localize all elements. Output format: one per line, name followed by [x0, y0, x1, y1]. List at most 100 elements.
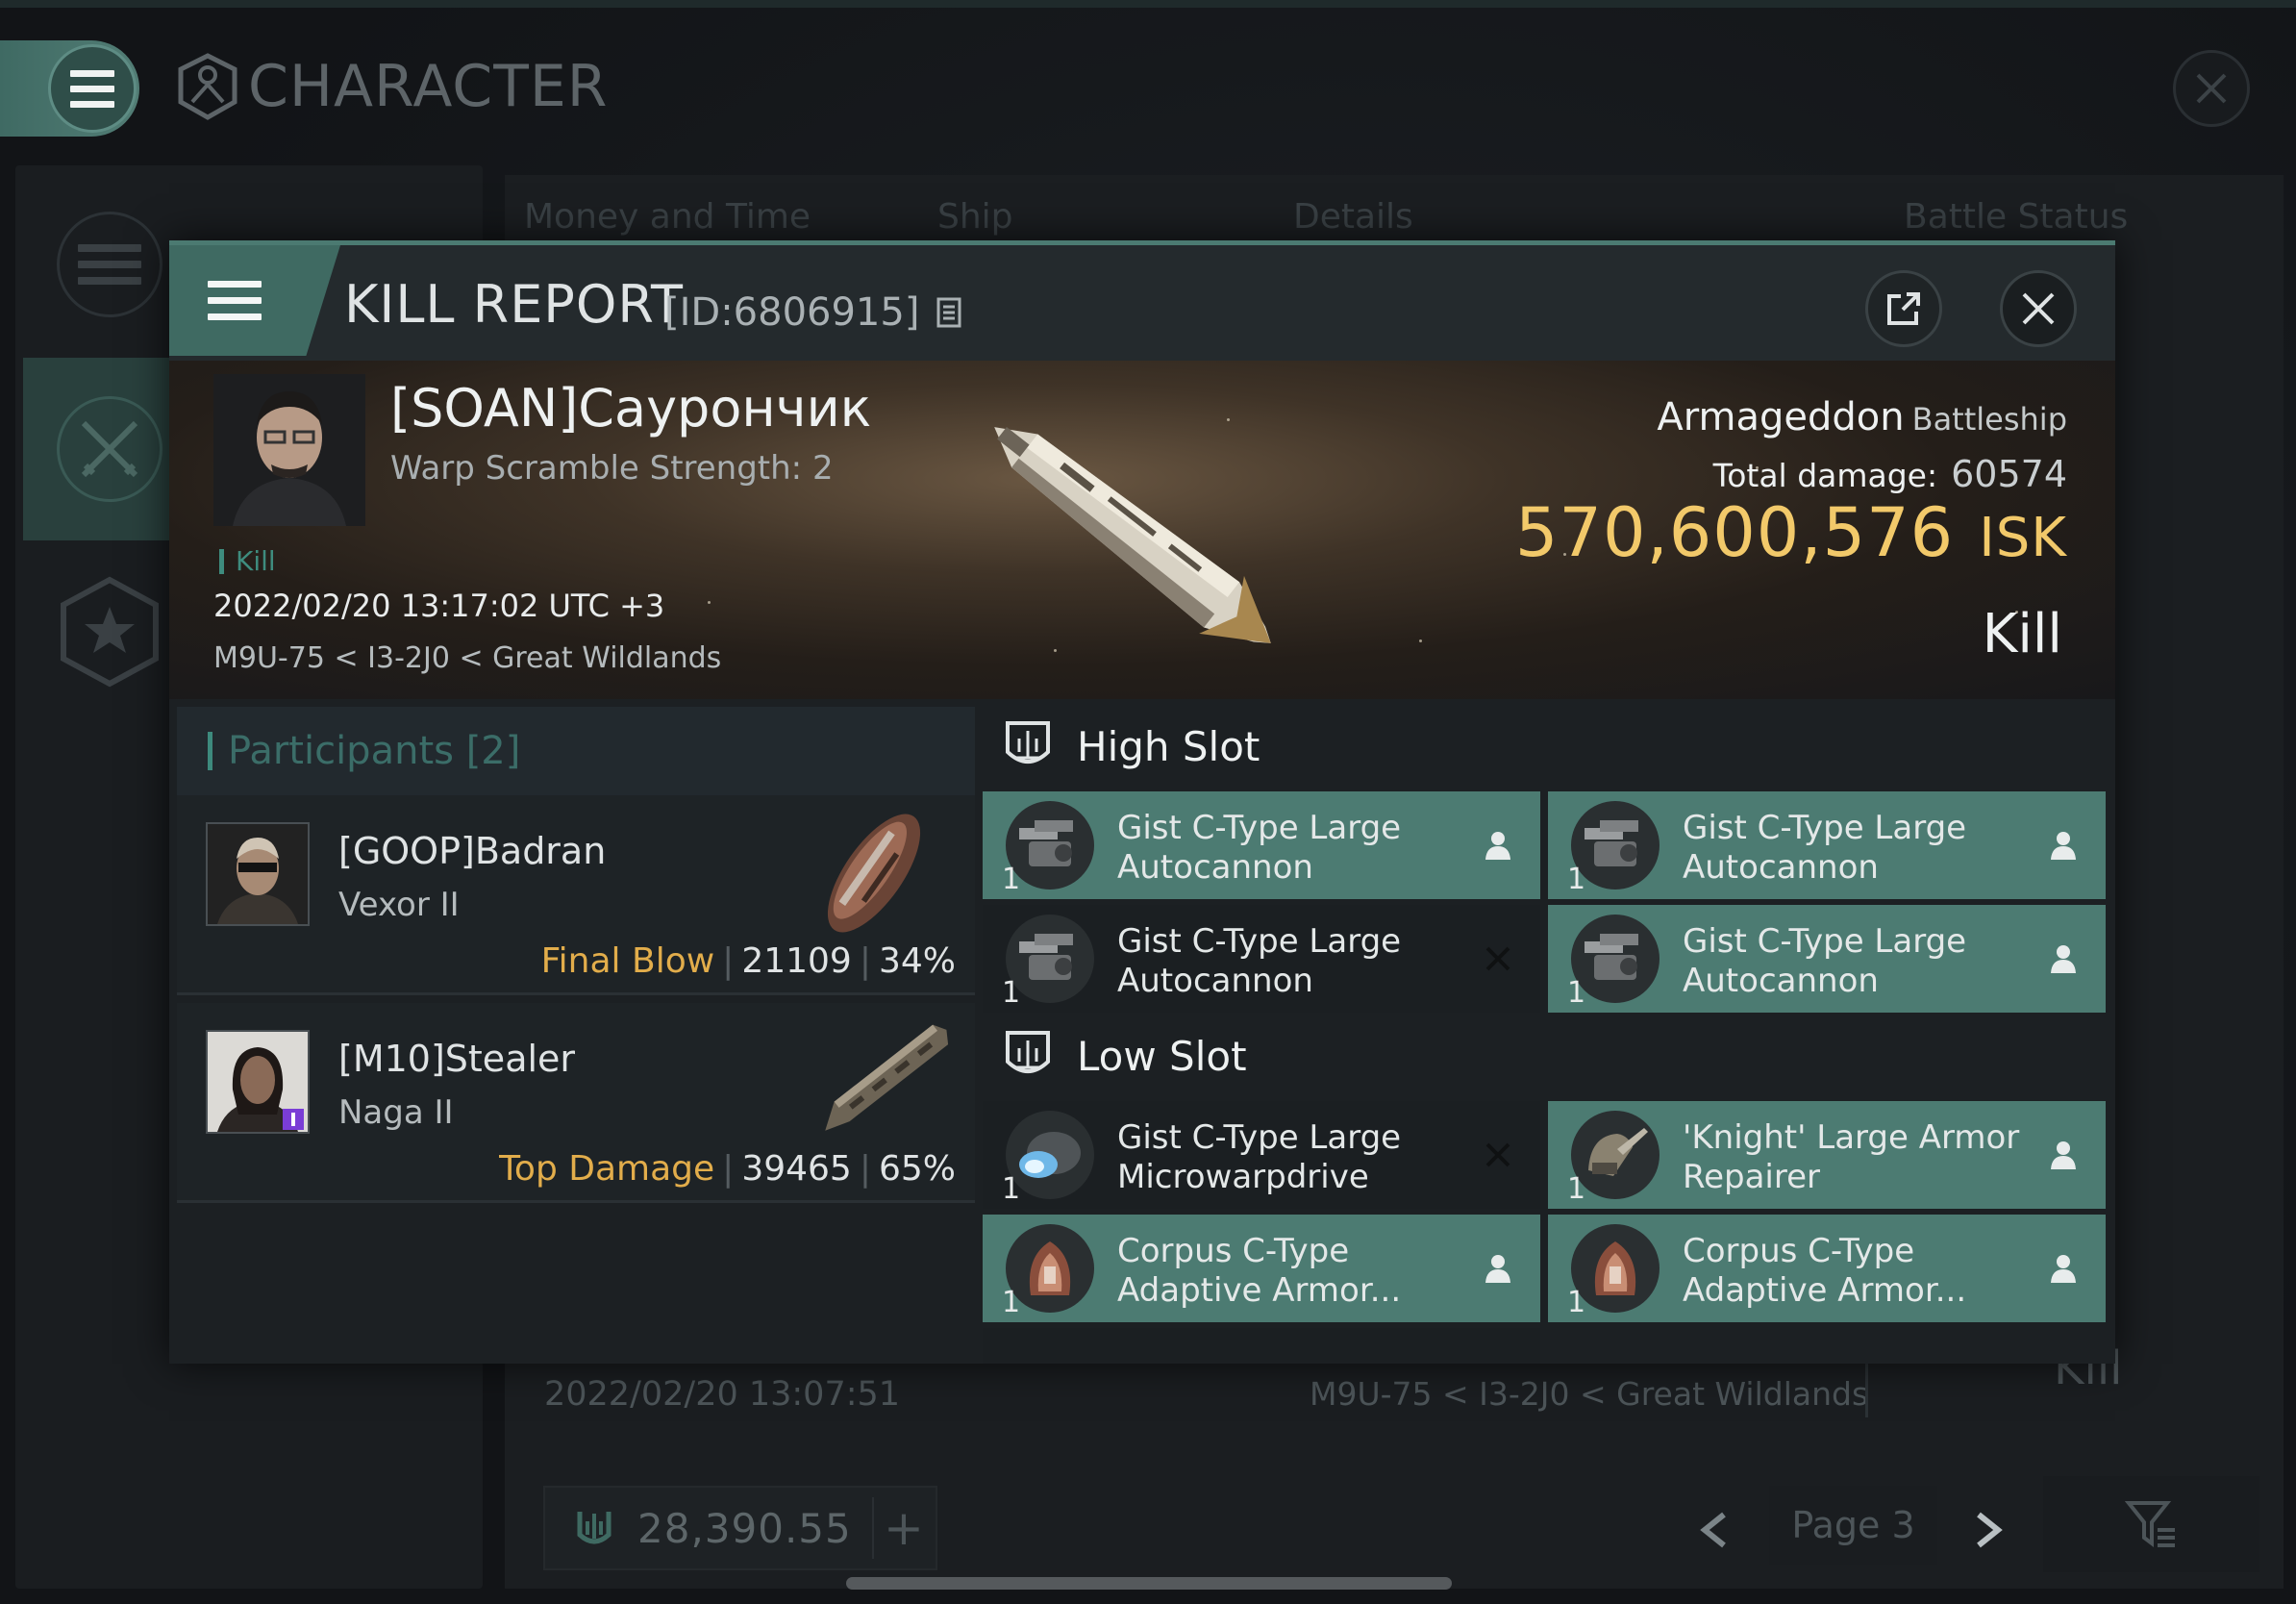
- kill-report-menu-button[interactable]: [169, 245, 340, 356]
- participant-portrait[interactable]: [206, 1030, 310, 1134]
- module-item[interactable]: 1 Gist C-Type Large Microwarpdrive: [983, 1101, 1540, 1209]
- close-icon: [2022, 292, 2055, 325]
- row-divider: [1865, 1358, 1868, 1417]
- prev-page-button[interactable]: [1697, 1505, 1732, 1561]
- row-date: 2022/02/20 13:07:51: [544, 1375, 901, 1414]
- add-isk-button[interactable]: +: [872, 1497, 934, 1559]
- character-close-button[interactable]: [2173, 50, 2250, 127]
- filter-icon: [2124, 1501, 2175, 1547]
- participant-ship-image[interactable]: [792, 801, 956, 945]
- participant-role: Final Blow: [540, 941, 715, 981]
- module-quantity: 1: [1567, 976, 1586, 1010]
- high-slot-header: High Slot: [975, 703, 2115, 789]
- horizontal-scrollbar[interactable]: [846, 1577, 1452, 1590]
- header-battle-status: Battle Status: [1904, 197, 2129, 237]
- ship-class: Battleship: [1911, 401, 2067, 438]
- module-item[interactable]: 1 Gist C-Type Large Autocannon: [983, 905, 1540, 1013]
- module-quantity: 1: [1002, 976, 1021, 1010]
- kill-report-title: KILL REPORT: [344, 274, 684, 335]
- hamburger-icon: [208, 281, 262, 320]
- kill-tag: Kill: [219, 548, 276, 575]
- person-icon: [2042, 1247, 2084, 1290]
- slot-shield-icon: [1006, 721, 1050, 764]
- participant-portrait[interactable]: [206, 822, 310, 926]
- module-name: Gist C-Type Large Autocannon: [1117, 809, 1402, 887]
- module-item[interactable]: 1 Corpus C-Type Adaptive Armor...: [983, 1215, 1540, 1322]
- victim-banner: [SOAN]Сауpончик Warp Scramble Strength: …: [169, 361, 2115, 699]
- kill-list-headers: Money and Time Ship Details Battle Statu…: [524, 197, 2139, 245]
- x-icon: [1477, 1134, 1519, 1176]
- module-name: Gist C-Type Large Autocannon: [1683, 922, 1967, 1000]
- victim-ship[interactable]: Armageddon Battleship: [1657, 395, 2067, 439]
- character-icon: [178, 53, 237, 120]
- module-name: Corpus C-Type Adaptive Armor...: [1117, 1232, 1402, 1310]
- wallet-amount: 28,390.55: [637, 1504, 852, 1552]
- participant-name: [GOOP]Badran: [338, 830, 607, 872]
- participant-row[interactable]: [M10]Stealer Naga II Top Damage | 39465 | 65…: [177, 1003, 975, 1203]
- page-indicator: Page 3: [1769, 1486, 1937, 1565]
- kill-result: Kill: [1982, 603, 2062, 665]
- victim-ship-image[interactable]: [929, 389, 1333, 678]
- kill-report-id[interactable]: [ID:6806915]: [664, 290, 962, 335]
- kill-location[interactable]: M9U-75 < I3-2J0 < Great Wildlands: [213, 641, 721, 675]
- next-page-button[interactable]: [1971, 1505, 2006, 1561]
- filter-button[interactable]: [2043, 1476, 2259, 1572]
- low-slot-header: Low Slot: [975, 1013, 2115, 1099]
- victim-name[interactable]: [SOAN]Сауpончик: [390, 378, 871, 439]
- participants-panel: Participants [2] [GOOP]Badran Vexor II F…: [177, 707, 975, 1364]
- wallet-display: 28,390.55 +: [543, 1486, 937, 1570]
- participant-stats: Final Blow | 21109 | 34%: [540, 941, 956, 981]
- isk-value: 570,600,576 ISK: [1515, 493, 2067, 572]
- star-medal-icon: [61, 576, 159, 688]
- isk-amount: 570,600,576: [1514, 493, 1955, 572]
- share-button[interactable]: [1865, 270, 1942, 347]
- module-item[interactable]: 1 Corpus C-Type Adaptive Armor...: [1548, 1215, 2106, 1322]
- x-icon: [1477, 938, 1519, 980]
- list-icon: [57, 212, 162, 317]
- module-item[interactable]: 1 Gist C-Type Large Autocannon: [983, 791, 1540, 899]
- chevron-left-icon: [1700, 1512, 1726, 1548]
- participants-label: Participants [2]: [228, 729, 521, 773]
- header-ship: Ship: [937, 197, 1013, 237]
- character-window-title: CHARACTER: [173, 52, 608, 121]
- module-quantity: 1: [1567, 1286, 1586, 1319]
- participant-damage: 21109: [741, 941, 852, 981]
- module-item[interactable]: 1 Gist C-Type Large Autocannon: [1548, 905, 2106, 1013]
- total-damage: Total damage: 60574: [1713, 453, 2067, 495]
- module-quantity: 1: [1002, 863, 1021, 896]
- crossed-swords-icon: [57, 396, 162, 502]
- module-name: 'Knight' Large Armor Repairer: [1683, 1118, 2020, 1196]
- close-icon: [2196, 73, 2227, 104]
- person-icon: [2042, 938, 2084, 980]
- participant-percent: 34%: [878, 941, 956, 981]
- module-quantity: 1: [1002, 1286, 1021, 1319]
- participant-ship: Vexor II: [338, 886, 460, 924]
- participant-name: [M10]Stealer: [338, 1038, 576, 1080]
- header-money-time: Money and Time: [524, 197, 811, 237]
- kill-report-dialog: KILL REPORT [ID:6806915] [SOAN]Сауpончик…: [169, 240, 2115, 1364]
- kill-report-header: KILL REPORT [ID:6806915]: [169, 245, 2115, 361]
- module-item[interactable]: 1 'Knight' Large Armor Repairer: [1548, 1101, 2106, 1209]
- victim-warp-scramble: Warp Scramble Strength: 2: [390, 449, 834, 488]
- isk-icon: [577, 1512, 611, 1544]
- participant-ship-image[interactable]: [802, 1007, 965, 1151]
- screen: { "background": { "window_title": "CHARA…: [0, 0, 2296, 1604]
- kill-report-close-button[interactable]: [2000, 270, 2077, 347]
- share-icon: [1887, 292, 1920, 325]
- module-name: Gist C-Type Large Microwarpdrive: [1117, 1118, 1402, 1196]
- module-item[interactable]: 1 Gist C-Type Large Autocannon: [1548, 791, 2106, 899]
- total-damage-label: Total damage:: [1712, 457, 1938, 494]
- high-slot-label: High Slot: [1077, 722, 1260, 770]
- module-name: Gist C-Type Large Autocannon: [1117, 922, 1402, 1000]
- slot-shield-icon: [1006, 1031, 1050, 1073]
- participant-ship: Naga II: [338, 1093, 454, 1132]
- victim-portrait[interactable]: [213, 374, 365, 526]
- main-menu-button[interactable]: [48, 44, 137, 133]
- person-icon: [1477, 1247, 1519, 1290]
- window-title-text: CHARACTER: [248, 53, 609, 120]
- total-damage-value: 60574: [1951, 453, 2067, 495]
- participants-header: Participants [2]: [177, 707, 975, 795]
- participant-row[interactable]: [GOOP]Badran Vexor II Final Blow | 21109 | 3…: [177, 795, 975, 995]
- module-item-partial[interactable]: [983, 1328, 1540, 1364]
- person-icon: [2042, 824, 2084, 866]
